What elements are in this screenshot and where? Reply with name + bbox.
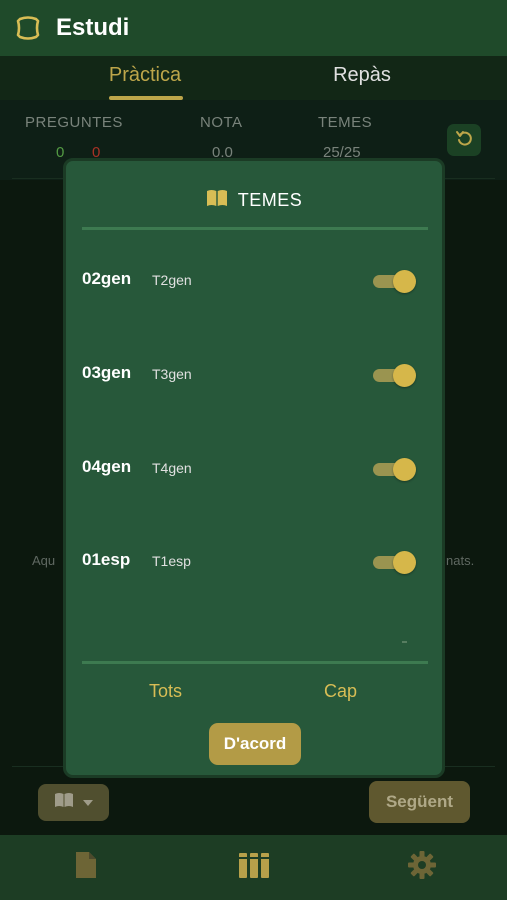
divider <box>82 227 428 230</box>
topic-code: 04gen <box>82 457 132 476</box>
topic-code: 03gen <box>82 363 132 382</box>
topic-code: 02gen <box>82 269 132 288</box>
dialog-header: TEMES <box>66 189 442 212</box>
topic-name: T3gen <box>152 366 192 382</box>
topic-toggle[interactable] <box>371 364 417 387</box>
topic-row: 02gen T2gen <box>66 261 442 301</box>
topic-code: 01esp <box>82 550 131 569</box>
topic-toggle[interactable] <box>371 270 417 293</box>
nav-settings[interactable] <box>402 847 442 887</box>
topic-name: T2gen <box>152 272 192 288</box>
bottom-navigation <box>0 835 507 900</box>
ok-button[interactable]: D'acord <box>209 723 301 765</box>
scroll-indicator <box>402 641 407 643</box>
divider <box>82 661 428 664</box>
gear-icon <box>407 850 437 885</box>
select-none-button[interactable]: Cap <box>324 681 357 702</box>
app-title: Estudi <box>56 14 130 41</box>
nav-test[interactable] <box>66 847 106 887</box>
topic-toggle[interactable] <box>371 551 417 574</box>
app-header: Estudi <box>0 0 507 56</box>
dialog-title: TEMES <box>237 190 303 210</box>
topic-name: T4gen <box>152 460 192 476</box>
nav-library[interactable] <box>234 847 274 887</box>
document-icon <box>73 850 99 885</box>
badge-icon <box>14 14 42 42</box>
library-icon <box>238 851 270 884</box>
topic-row: 04gen T4gen <box>66 449 442 489</box>
topic-name: T1esp <box>152 553 191 569</box>
topic-toggle[interactable] <box>371 458 417 481</box>
book-open-icon <box>206 189 228 212</box>
select-all-button[interactable]: Tots <box>149 681 182 702</box>
topic-row: 01esp T1esp <box>66 542 442 582</box>
topic-row: 03gen T3gen <box>66 355 442 395</box>
topics-dialog: TEMES 02gen T2gen 03gen T3gen 04gen T4ge… <box>63 158 445 778</box>
